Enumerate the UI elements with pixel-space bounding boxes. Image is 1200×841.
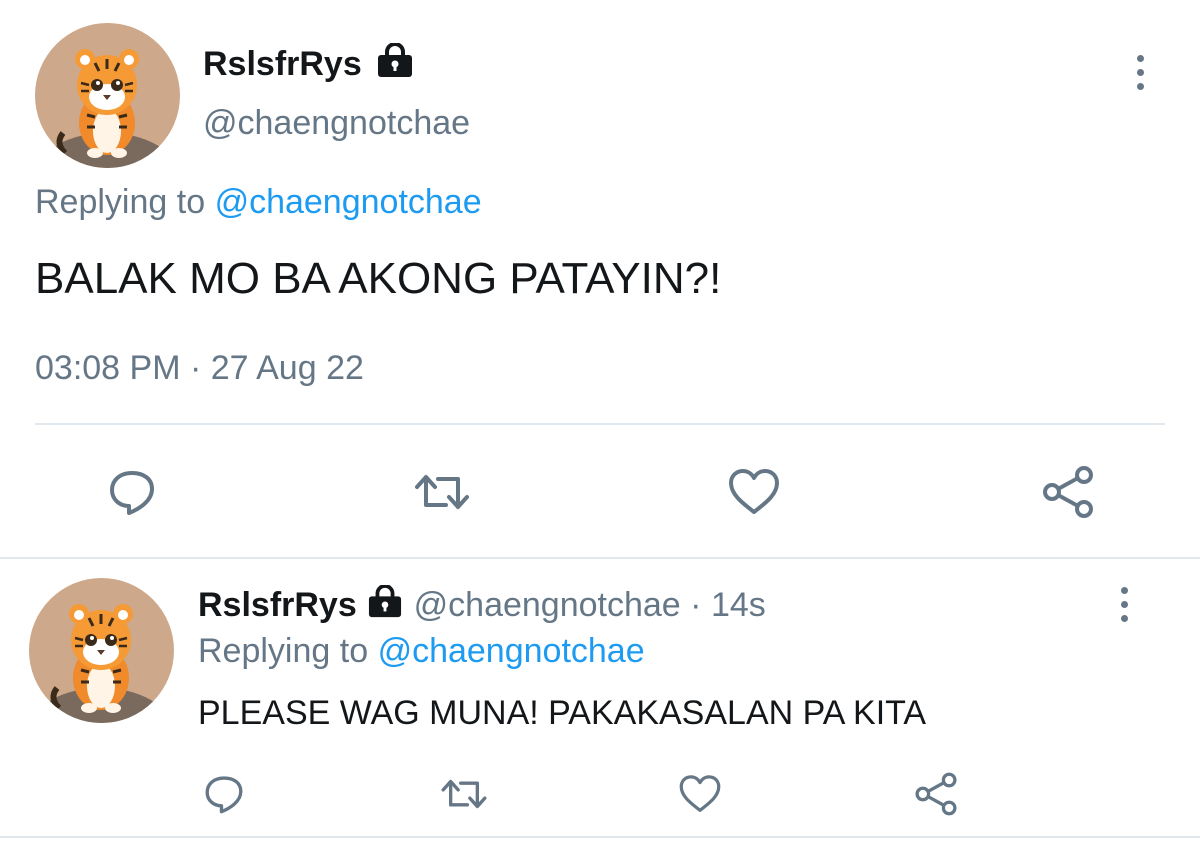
reply-header: RslsfrRys @chaengnotchae · 14s <box>198 584 766 625</box>
lock-icon <box>378 43 412 77</box>
like-icon <box>729 469 779 514</box>
replying-to: Replying to @chaengnotchae <box>35 183 482 222</box>
handle[interactable]: @chaengnotchae <box>414 586 681 624</box>
retweet-icon <box>415 475 469 509</box>
retweet-icon <box>441 779 487 809</box>
more-dot-icon <box>1120 614 1128 622</box>
lock-icon <box>369 584 402 618</box>
replying-prefix: Replying to <box>198 632 369 670</box>
tweet-text: BALAK MO BA AKONG PATAYIN?! <box>35 254 722 303</box>
replying-to: Replying to @chaengnotchae <box>198 632 645 671</box>
reply-button[interactable] <box>200 770 248 818</box>
more-options-button[interactable] <box>1122 48 1158 96</box>
share-icon <box>915 772 957 816</box>
share-button[interactable] <box>912 770 960 818</box>
divider <box>35 423 1165 425</box>
replying-to-link[interactable]: @chaengnotchae <box>215 183 482 221</box>
bottom-divider <box>0 836 1200 838</box>
like-button[interactable] <box>724 462 784 522</box>
retweet-button[interactable] <box>410 462 474 522</box>
replying-to-link[interactable]: @chaengnotchae <box>378 632 645 670</box>
replying-prefix: Replying to <box>35 183 206 221</box>
handle[interactable]: @chaengnotchae <box>203 104 470 143</box>
more-dot-icon <box>1120 586 1128 594</box>
display-name[interactable]: RslsfrRys <box>198 586 357 624</box>
display-name[interactable]: RslsfrRys <box>203 45 362 84</box>
more-dot-icon <box>1136 82 1144 90</box>
avatar[interactable] <box>35 23 180 168</box>
tiger-avatar-icon <box>31 604 171 723</box>
more-dot-icon <box>1136 68 1144 76</box>
like-icon <box>679 775 721 812</box>
reply-button[interactable] <box>102 462 162 522</box>
more-options-button[interactable] <box>1106 582 1142 626</box>
share-button[interactable] <box>1038 462 1098 522</box>
section-divider <box>0 557 1200 559</box>
retweet-button[interactable] <box>436 770 492 818</box>
more-dot-icon <box>1120 600 1128 608</box>
display-name-text[interactable]: RslsfrRys <box>203 45 362 83</box>
avatar[interactable] <box>29 578 174 723</box>
timestamp[interactable]: 03:08 PM · 27 Aug 22 <box>35 349 364 388</box>
like-button[interactable] <box>676 770 724 818</box>
reply-icon <box>205 776 243 814</box>
more-dot-icon <box>1136 54 1144 62</box>
share-icon <box>1043 466 1093 518</box>
separator: · <box>690 586 702 624</box>
tiger-avatar-icon <box>37 49 177 168</box>
tweet-text: PLEASE WAG MUNA! PAKAKASALAN PA KITA <box>198 694 927 732</box>
reply-icon <box>110 471 154 515</box>
time-ago[interactable]: 14s <box>711 586 766 624</box>
